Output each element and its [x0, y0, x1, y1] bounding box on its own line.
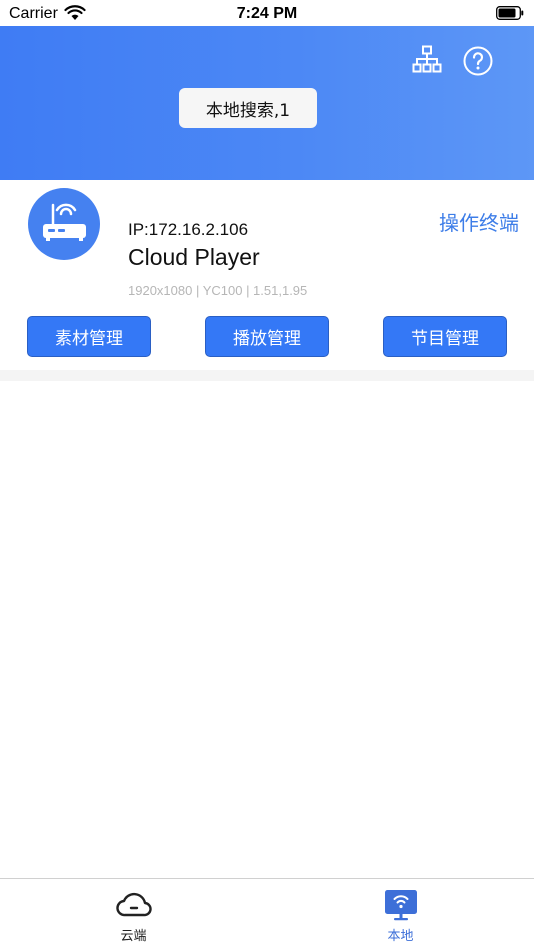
tab-cloud-label: 云端 [120, 929, 147, 944]
material-management-button[interactable]: 素材管理 [27, 316, 151, 357]
device-ip: IP:172.16.2.106 [128, 220, 249, 239]
device-avatar [28, 188, 100, 260]
tab-bar: 云端 本地 [0, 878, 534, 950]
tab-local-label: 本地 [387, 929, 414, 944]
cloud-icon [116, 892, 152, 917]
help-icon[interactable] [463, 46, 493, 76]
local-search-button[interactable]: 本地搜索,1 [179, 88, 317, 128]
header-banner: 本地搜索,1 [0, 26, 534, 180]
program-management-button[interactable]: 节目管理 [383, 316, 507, 357]
status-bar: Carrier 7:24 PM [0, 0, 534, 26]
topology-icon[interactable] [412, 45, 442, 73]
device-specs: 1920x1080 | YC100 | 1.51,1.95 [128, 283, 308, 298]
tab-local[interactable]: 本地 [267, 879, 534, 950]
local-display-icon [385, 890, 417, 921]
battery-icon [496, 6, 524, 20]
tab-cloud[interactable]: 云端 [0, 879, 267, 950]
router-icon [43, 203, 86, 241]
device-name: Cloud Player [128, 244, 260, 270]
clock-time: 7:24 PM [236, 5, 298, 22]
device-card[interactable]: IP:172.16.2.106 Cloud Player 1920x1080 |… [0, 180, 534, 370]
section-divider [0, 370, 534, 381]
playback-management-button[interactable]: 播放管理 [205, 316, 329, 357]
operate-terminal-link[interactable]: 操作终端 [439, 207, 519, 236]
